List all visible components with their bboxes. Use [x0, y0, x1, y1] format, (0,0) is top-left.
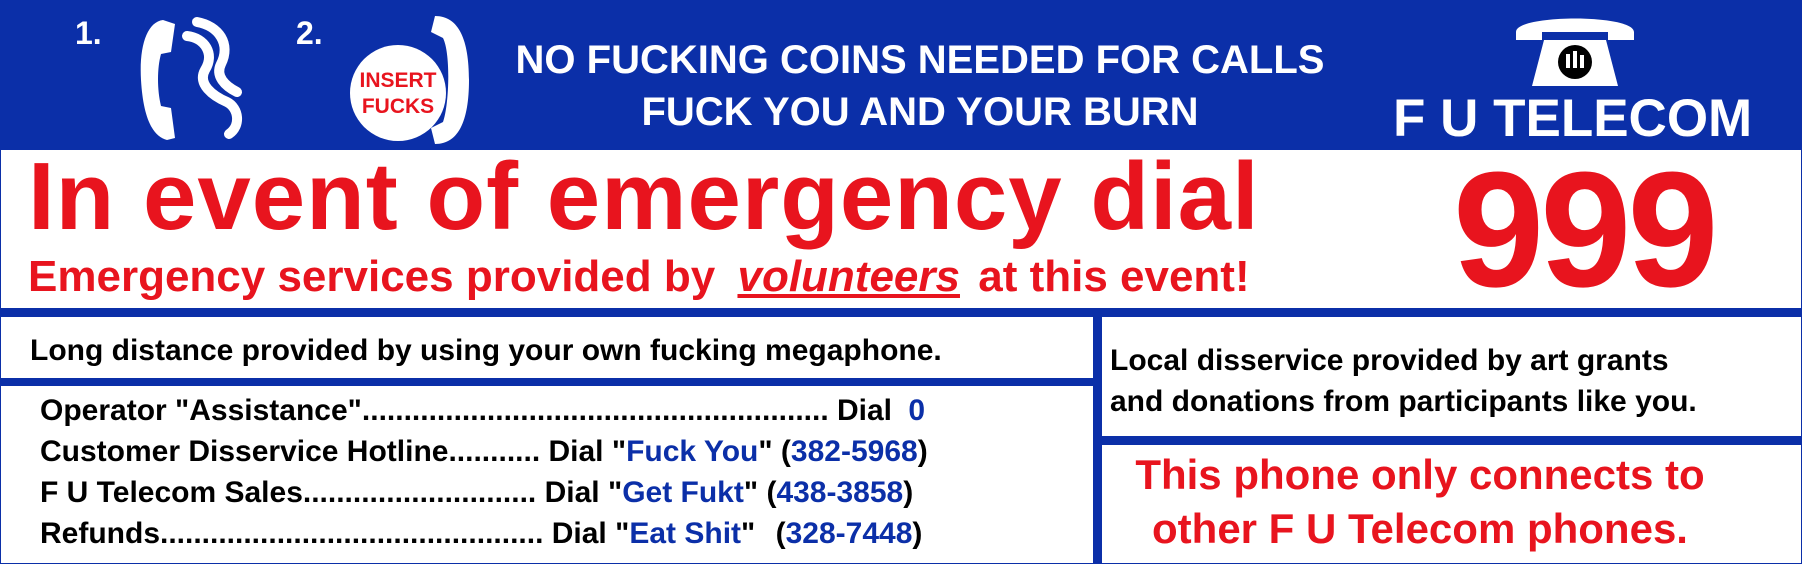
phone-handset-icon: [135, 16, 250, 144]
local-line-1: Local disservice provided by art grants: [1110, 344, 1669, 377]
divider-top: [0, 308, 1802, 317]
directory-number: 382-5968: [790, 435, 918, 468]
directory-row: Refunds.................................…: [40, 517, 923, 550]
connects-line-2: other F U Telecom phones.: [1152, 505, 1688, 552]
emergency-subtitle: Emergency services provided by volunteer…: [28, 252, 1250, 302]
directory-label: Customer Disservice Hotline........... D…: [40, 435, 612, 468]
directory-number: 0: [908, 394, 926, 427]
emergency-sub-before: Emergency services provided by: [28, 252, 716, 301]
step-1-label: 1.: [75, 15, 102, 51]
directory-name: Fuck You: [626, 435, 759, 468]
local-service-text: Local disservice provided by art grants …: [1110, 340, 1697, 422]
directory-label: F U Telecom Sales.......................…: [40, 476, 608, 509]
long-distance-text: Long distance provided by using your own…: [30, 334, 942, 367]
directory-quote-open: ": [607, 476, 623, 509]
divider-left: [0, 378, 1097, 386]
directory-name: Eat Shit: [629, 517, 742, 550]
phone-handset-icon: [425, 10, 475, 150]
emergency-sub-emphasis: volunteers: [737, 252, 960, 301]
directory-label: Refunds.................................…: [40, 517, 616, 550]
divider-right: [1100, 436, 1802, 445]
local-line-2: and donations from participants like you…: [1110, 385, 1697, 418]
emergency-number: 999: [1453, 138, 1719, 321]
directory-label: Operator "Assistance"...................…: [40, 394, 893, 427]
rotary-phone-icon: [1510, 6, 1640, 90]
emergency-headline: In event of emergency dial: [28, 143, 1260, 250]
header-line-2: FUCK YOU AND YOUR BURN: [641, 90, 1199, 134]
header-line-1: NO FUCKING COINS NEEDED FOR CALLS: [515, 38, 1325, 82]
directory-list: Operator "Assistance"...................…: [40, 394, 928, 558]
connects-notice: This phone only connects to other F U Te…: [1110, 448, 1730, 556]
directory-row: F U Telecom Sales.......................…: [40, 476, 914, 509]
emergency-sub-after: at this event!: [978, 252, 1250, 301]
directory-quote-close: ": [743, 476, 759, 509]
directory-number: 328-7448: [785, 517, 913, 550]
directory-row: Customer Disservice Hotline........... D…: [40, 435, 928, 468]
directory-quote-close: ": [741, 517, 756, 550]
directory-number: 438-3858: [776, 476, 904, 509]
directory-quote-open: ": [611, 435, 627, 468]
directory-row: Operator "Assistance"...................…: [40, 394, 928, 435]
step-2-label: 2.: [296, 15, 323, 51]
directory-quote-close: ": [758, 435, 773, 468]
directory-quote-open: ": [615, 517, 630, 550]
connects-line-1: This phone only connects to: [1135, 451, 1705, 498]
directory-name: Get Fukt: [622, 476, 744, 509]
